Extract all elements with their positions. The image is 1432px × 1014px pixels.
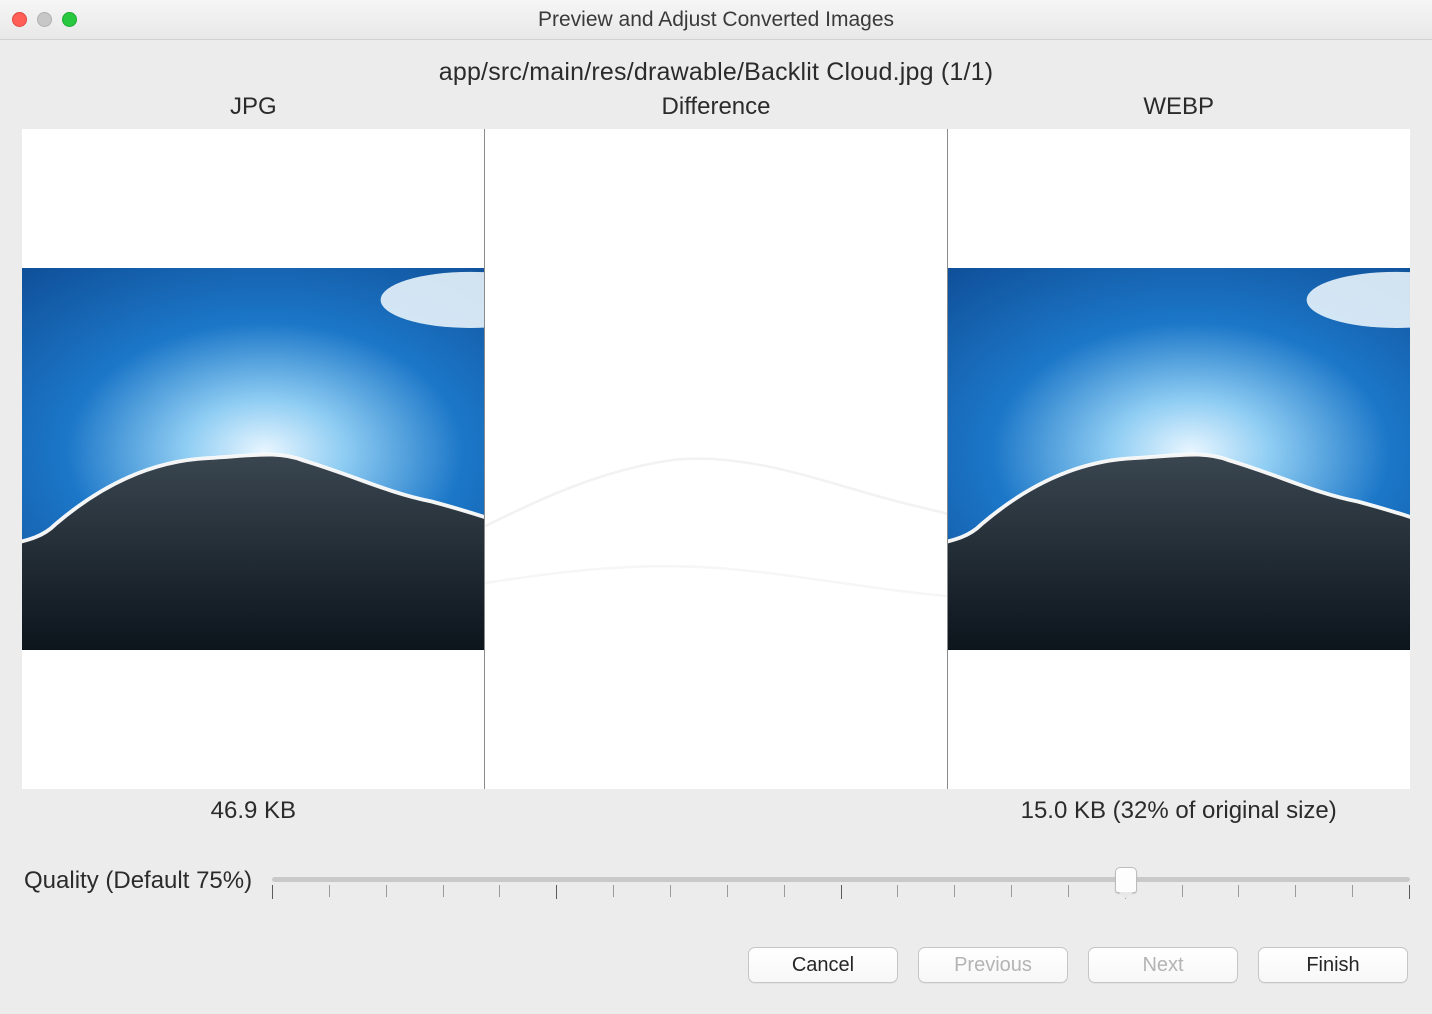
label-difference: Difference xyxy=(485,93,948,121)
titlebar: Preview and Adjust Converted Images xyxy=(0,0,1432,40)
size-webp: 15.0 KB (32% of original size) xyxy=(947,797,1410,825)
window-title: Preview and Adjust Converted Images xyxy=(0,8,1432,32)
quality-label: Quality (Default 75%) xyxy=(24,867,252,895)
webp-image xyxy=(948,268,1410,651)
size-row: 46.9 KB 15.0 KB (32% of original size) xyxy=(22,797,1410,825)
quality-row: Quality (Default 75%) xyxy=(22,861,1410,901)
column-labels: JPG Difference WEBP xyxy=(22,93,1410,121)
pane-difference xyxy=(485,129,947,789)
slider-thumb[interactable] xyxy=(1115,867,1137,893)
zoom-icon[interactable] xyxy=(62,12,77,27)
size-diff xyxy=(485,797,948,825)
image-path: app/src/main/res/drawable/Backlit Cloud.… xyxy=(22,58,1410,87)
slider-ticks xyxy=(272,885,1410,899)
minimize-icon[interactable] xyxy=(37,12,52,27)
preview-panes xyxy=(22,129,1410,789)
pane-webp xyxy=(948,129,1410,789)
quality-slider[interactable] xyxy=(272,861,1410,901)
difference-image xyxy=(485,268,947,651)
dialog-content: app/src/main/res/drawable/Backlit Cloud.… xyxy=(0,40,1432,997)
finish-button[interactable]: Finish xyxy=(1258,947,1408,983)
label-jpg: JPG xyxy=(22,93,485,121)
slider-track xyxy=(272,877,1410,882)
label-webp: WEBP xyxy=(947,93,1410,121)
jpg-image xyxy=(22,268,484,651)
window-controls xyxy=(12,12,77,27)
previous-button[interactable]: Previous xyxy=(918,947,1068,983)
close-icon[interactable] xyxy=(12,12,27,27)
size-jpg: 46.9 KB xyxy=(22,797,485,825)
button-row: Cancel Previous Next Finish xyxy=(22,947,1410,983)
next-button[interactable]: Next xyxy=(1088,947,1238,983)
cancel-button[interactable]: Cancel xyxy=(748,947,898,983)
pane-jpg xyxy=(22,129,484,789)
